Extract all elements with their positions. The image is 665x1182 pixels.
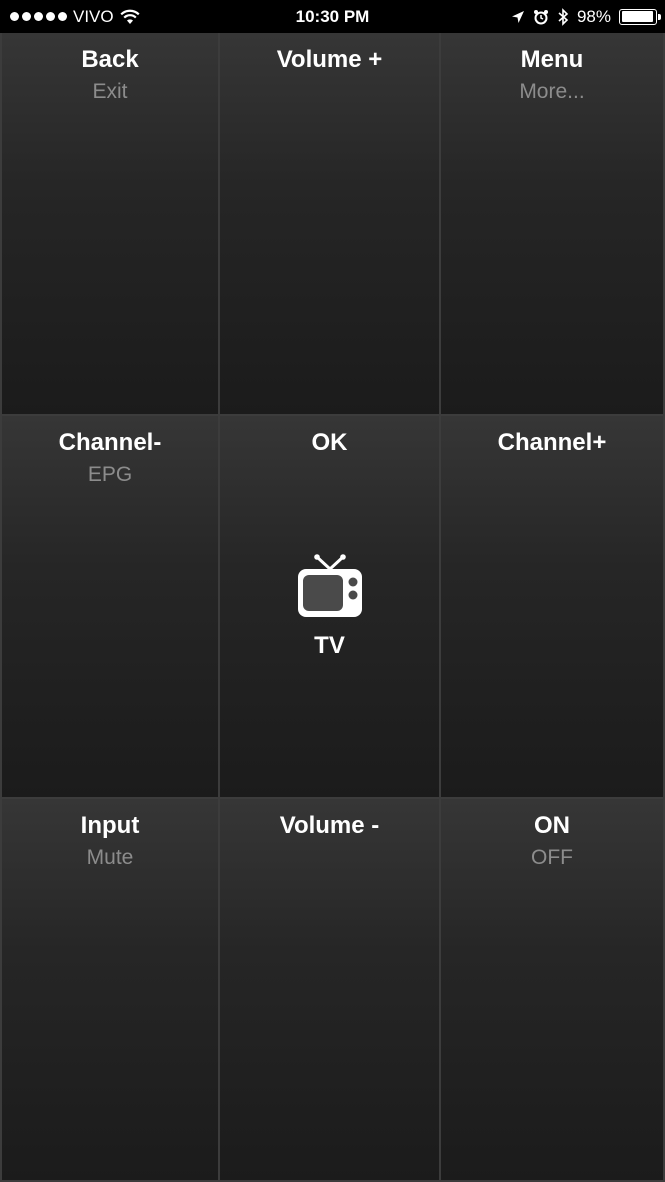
volume-down-button[interactable]: Volume - (220, 799, 441, 1182)
channel-down-label: Channel- (58, 429, 162, 456)
back-button[interactable]: Back Exit (0, 33, 220, 416)
alarm-icon (533, 9, 548, 24)
more-label: More... (519, 80, 585, 103)
epg-label: EPG (87, 463, 133, 486)
battery-icon (619, 8, 661, 25)
channel-up-button[interactable]: Channel+ (441, 416, 665, 799)
carrier-group: VIVO (10, 0, 140, 33)
location-icon (511, 10, 524, 23)
tv-icon (297, 554, 362, 617)
battery-percent: 98% (576, 6, 611, 26)
ok-button[interactable]: OK TV (220, 416, 441, 799)
wifi-icon (120, 9, 140, 24)
carrier-name: VIVO (73, 6, 114, 26)
volume-up-button[interactable]: Volume + (220, 33, 441, 416)
exit-label: Exit (92, 80, 128, 103)
volume-up-label: Volume + (276, 46, 383, 73)
off-label: OFF (531, 846, 573, 869)
bluetooth-icon (558, 7, 569, 26)
channel-up-label: Channel+ (497, 429, 607, 456)
on-label: ON (534, 812, 570, 839)
remote-grid: Back Exit Volume + Menu More... Channel-… (0, 33, 665, 1182)
power-button[interactable]: ON OFF (441, 799, 665, 1182)
mute-label: Mute (86, 846, 134, 869)
volume-down-label: Volume - (279, 812, 380, 839)
ok-label: OK (311, 429, 348, 456)
status-bar: VIVO 10:30 PM 98% (0, 0, 665, 33)
device-indicator: TV (220, 553, 439, 660)
back-label: Back (81, 46, 139, 73)
channel-down-button[interactable]: Channel- EPG (0, 416, 220, 799)
tv-label: TV (314, 632, 345, 659)
menu-label: Menu (520, 46, 584, 73)
menu-button[interactable]: Menu More... (441, 33, 665, 416)
signal-dots-icon (10, 12, 67, 21)
status-right-group: 98% (511, 0, 661, 33)
input-label: Input (80, 812, 140, 839)
input-button[interactable]: Input Mute (0, 799, 220, 1182)
